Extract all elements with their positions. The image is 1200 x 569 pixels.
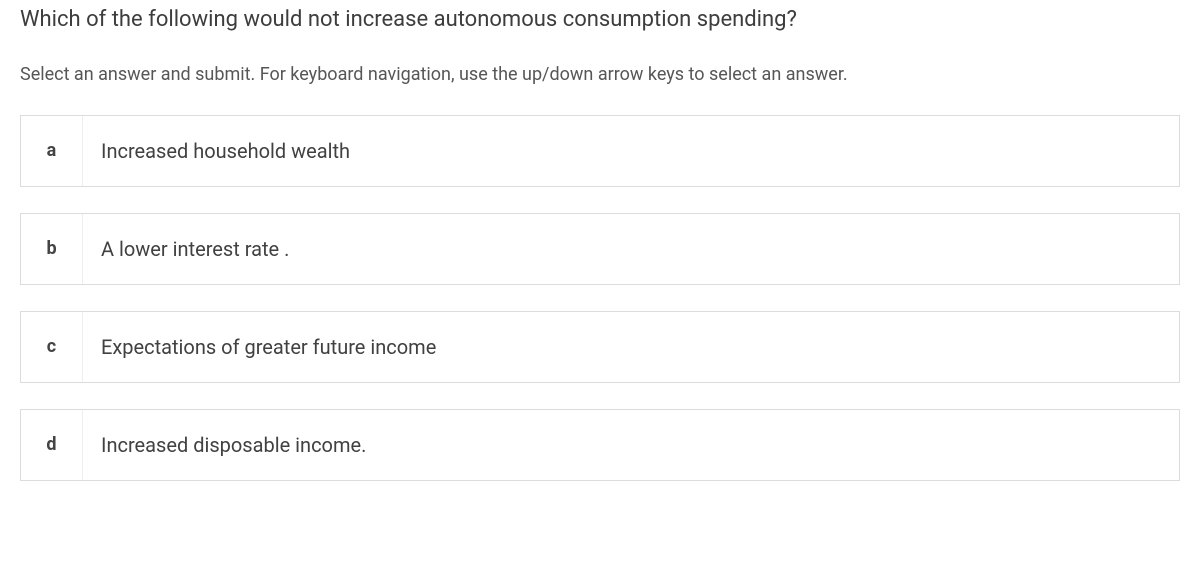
option-text: A lower interest rate . <box>83 214 1179 284</box>
option-text: Increased household wealth <box>83 116 1179 186</box>
option-text: Increased disposable income. <box>83 410 1179 480</box>
question-text: Which of the following would not increas… <box>20 5 1180 36</box>
option-d[interactable]: d Increased disposable income. <box>20 409 1180 481</box>
option-c[interactable]: c Expectations of greater future income <box>20 311 1180 383</box>
options-list: a Increased household wealth b A lower i… <box>20 115 1180 481</box>
option-letter: d <box>21 410 83 480</box>
option-text: Expectations of greater future income <box>83 312 1179 382</box>
option-a[interactable]: a Increased household wealth <box>20 115 1180 187</box>
option-letter: a <box>21 116 83 186</box>
option-letter: b <box>21 214 83 284</box>
option-letter: c <box>21 312 83 382</box>
instructions-text: Select an answer and submit. For keyboar… <box>20 64 1180 85</box>
option-b[interactable]: b A lower interest rate . <box>20 213 1180 285</box>
